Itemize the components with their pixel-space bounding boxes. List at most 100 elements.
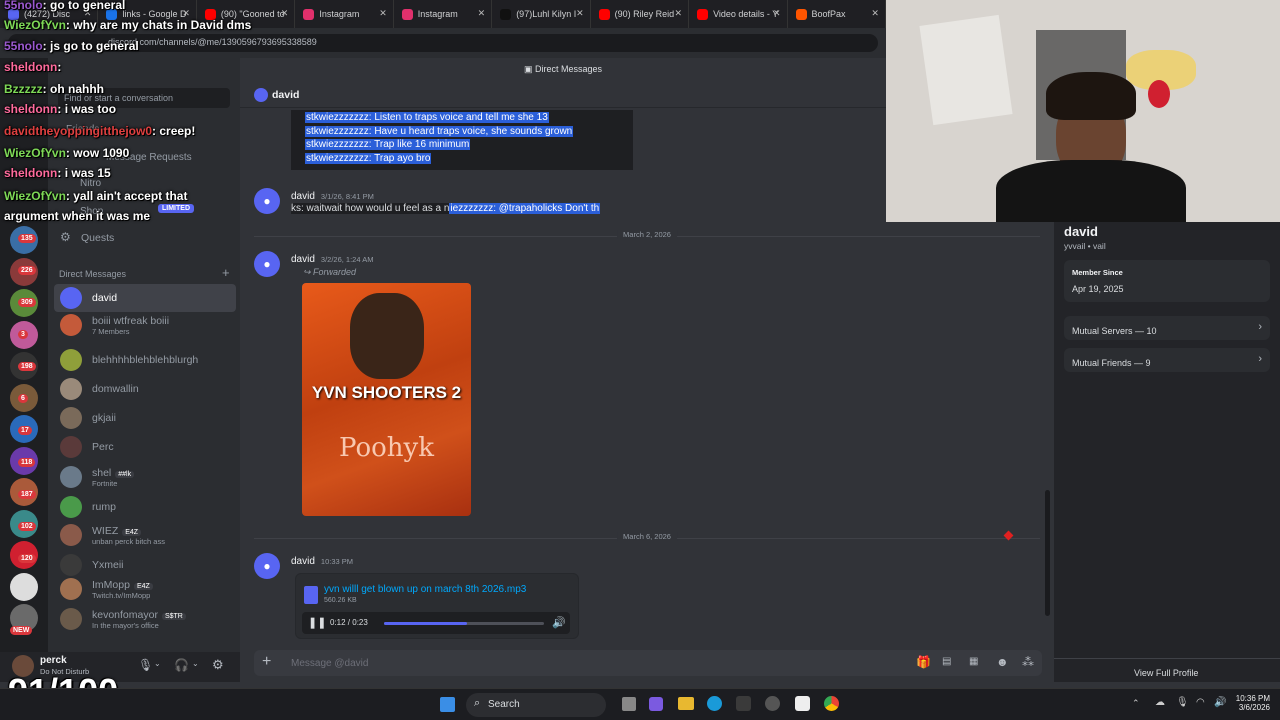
file-name-link[interactable]: yvn willl get blown up on march 8th 2026… bbox=[324, 584, 526, 595]
tab-label: Video details - Y bbox=[713, 9, 779, 19]
server-badge: 3 bbox=[18, 330, 28, 339]
dm-item[interactable]: Perc bbox=[54, 433, 236, 461]
stream-chat-line: WiezOfYvn: why are my chats in David dms bbox=[4, 18, 252, 32]
nav-quests[interactable]: Quests bbox=[81, 232, 114, 244]
store-icon[interactable] bbox=[736, 696, 751, 711]
webcam-body bbox=[996, 160, 1186, 222]
add-attachment-icon[interactable]: + bbox=[262, 653, 271, 671]
server-badge: 120 bbox=[18, 554, 36, 563]
close-icon[interactable]: ✕ bbox=[576, 8, 584, 19]
member-since-card: Member Since Apr 19, 2025 bbox=[1064, 260, 1270, 302]
webcam-poster bbox=[919, 14, 1013, 126]
task-view-icon[interactable] bbox=[622, 697, 636, 711]
close-icon[interactable]: ✕ bbox=[281, 8, 289, 19]
windows-start-icon[interactable] bbox=[440, 697, 455, 712]
dm-item[interactable]: boiii wtfreak boiii 7 Members bbox=[54, 311, 236, 339]
message-composer: + Message @david 🎁 ▤ ▦ ☻ ⁂ bbox=[254, 650, 1042, 676]
chevron-down-icon[interactable]: ⌄ bbox=[154, 659, 161, 668]
tab-favicon-icon bbox=[795, 8, 807, 20]
plus-icon[interactable]: + bbox=[222, 265, 230, 280]
close-icon[interactable]: ✕ bbox=[773, 8, 781, 19]
close-icon[interactable]: ✕ bbox=[675, 8, 683, 19]
dm-item[interactable]: ImMopp E4Z Twitch.tv/ImMopp bbox=[54, 575, 236, 603]
server-icon[interactable] bbox=[10, 572, 38, 601]
gif-icon[interactable]: ▤ bbox=[942, 656, 951, 667]
pause-icon[interactable]: ❚❚ bbox=[308, 616, 326, 629]
clock[interactable]: 10:36 PM 3/6/2026 bbox=[1234, 694, 1270, 712]
browser-tab[interactable]: BoofPax ✕ bbox=[788, 0, 886, 28]
speaker-icon[interactable]: 🔊 bbox=[1214, 697, 1226, 708]
audio-progress-track[interactable] bbox=[384, 622, 544, 625]
message-author[interactable]: david bbox=[291, 556, 315, 567]
message-author[interactable]: david bbox=[291, 191, 315, 202]
server-badge: 102 bbox=[18, 522, 36, 531]
taskbar-search[interactable]: ⌕ Search bbox=[466, 693, 606, 717]
dm-item[interactable]: domwallin bbox=[54, 375, 236, 403]
dm-item-tag: E4Z bbox=[133, 582, 153, 590]
dm-item-name: david bbox=[92, 292, 118, 304]
app-icon[interactable] bbox=[795, 696, 810, 711]
message-text-selected: iezzzzzzz: @trapaholicks Don't th bbox=[449, 203, 601, 214]
chat-username: davidtheyoppingitthejow0 bbox=[4, 124, 153, 138]
close-icon[interactable]: ✕ bbox=[871, 8, 879, 19]
dm-item[interactable]: rump bbox=[54, 493, 236, 521]
dm-item-name: boiii wtfreak boiii bbox=[92, 314, 170, 327]
app-icon[interactable] bbox=[765, 696, 780, 711]
stream-chat-line: sheldonn: i was 15 bbox=[4, 166, 111, 180]
chevron-down-icon[interactable]: ⌄ bbox=[192, 659, 199, 668]
chat-message: creep! bbox=[159, 124, 196, 138]
tab-label: BoofPax bbox=[811, 9, 846, 19]
stream-chat-line: Bzzzzz: oh nahhh bbox=[4, 82, 105, 96]
browser-tab[interactable]: Instagram ✕ bbox=[394, 0, 493, 28]
edge-icon[interactable] bbox=[707, 696, 722, 711]
avatar bbox=[60, 578, 82, 600]
gear-icon[interactable]: ⚙ bbox=[212, 657, 224, 673]
audio-progress-fill bbox=[384, 622, 468, 625]
chevron-right-icon: › bbox=[1258, 321, 1262, 333]
dm-item-name: gkjaii bbox=[92, 412, 116, 424]
browser-tab[interactable]: (97)Luhl Kilyn I ✕ bbox=[492, 0, 591, 28]
dm-item[interactable]: kevonfomayor S$TR In the mayor's office bbox=[54, 605, 236, 633]
wifi-icon[interactable]: ◠ bbox=[1196, 697, 1205, 708]
stream-chat-line: davidtheyoppingitthejow0: creep! bbox=[4, 124, 196, 138]
headphones-icon[interactable]: 🎧 bbox=[174, 658, 189, 672]
dm-item[interactable]: blehhhhblehblehblurgh bbox=[54, 346, 236, 374]
file-explorer-icon[interactable] bbox=[678, 697, 694, 710]
browser-tab[interactable]: Video details - Y ✕ bbox=[689, 0, 788, 28]
mutual-friends-row[interactable]: Mutual Friends — 9 › bbox=[1064, 348, 1270, 372]
microphone-icon[interactable]: 🎙 bbox=[1176, 697, 1189, 708]
member-since-value: Apr 19, 2025 bbox=[1072, 284, 1124, 294]
chevron-up-icon[interactable]: ⌃ bbox=[1132, 698, 1140, 709]
gift-icon[interactable]: 🎁 bbox=[916, 655, 931, 669]
dm-item[interactable]: gkjaii bbox=[54, 404, 236, 432]
apps-icon[interactable]: ⁂ bbox=[1022, 655, 1034, 669]
message-author[interactable]: david bbox=[291, 254, 315, 265]
copilot-icon[interactable] bbox=[649, 697, 663, 711]
selected-line: stkwiezzzzzzz: Trap ayo bro bbox=[305, 152, 432, 164]
avatar bbox=[60, 349, 82, 371]
emoji-icon[interactable]: ☻ bbox=[996, 655, 1009, 669]
close-icon[interactable]: ✕ bbox=[478, 8, 486, 19]
selected-text-block: stkwiezzzzzzz: Listen to traps voice and… bbox=[291, 110, 633, 170]
dm-item[interactable]: shel ##lk Fortnite bbox=[54, 463, 236, 491]
volume-icon[interactable]: 🔊 bbox=[552, 616, 566, 629]
sticker-icon[interactable]: ▦ bbox=[969, 656, 978, 667]
audio-attachment: yvn willl get blown up on march 8th 2026… bbox=[295, 573, 579, 639]
dm-item[interactable]: david bbox=[54, 284, 236, 312]
avatar bbox=[60, 287, 82, 309]
new-badge: NEW bbox=[10, 626, 33, 635]
chrome-icon[interactable] bbox=[824, 696, 839, 711]
view-full-profile-button[interactable]: View Full Profile bbox=[1134, 668, 1198, 678]
browser-tab[interactable]: Instagram ✕ bbox=[295, 0, 394, 28]
scrollbar-thumb[interactable] bbox=[1045, 490, 1050, 616]
microphone-icon[interactable]: 🎙 bbox=[138, 658, 153, 672]
browser-tab[interactable]: (90) Riley Reid ✕ bbox=[591, 0, 690, 28]
mutual-servers-row[interactable]: Mutual Servers — 10 › bbox=[1064, 316, 1270, 340]
chat-message: js go to general bbox=[50, 39, 139, 53]
cloud-icon[interactable]: ☁ bbox=[1155, 697, 1165, 708]
dm-item[interactable]: WIEZ E4Z unban perck bitch ass bbox=[54, 521, 236, 549]
video-embed[interactable]: YVN SHOOTERS 2 Poohyk bbox=[302, 283, 471, 516]
close-icon[interactable]: ✕ bbox=[379, 8, 387, 19]
message-input[interactable]: Message @david bbox=[291, 658, 851, 669]
dm-item-name: domwallin bbox=[92, 383, 139, 395]
